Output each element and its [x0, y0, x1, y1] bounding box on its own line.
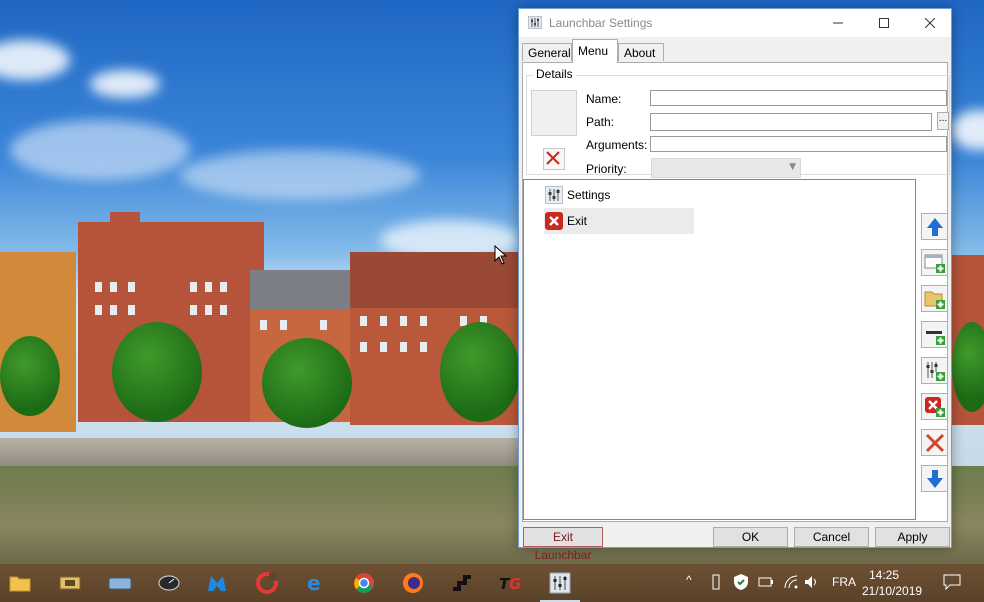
tab-about[interactable]: About: [618, 43, 664, 61]
taskbar: e TG ^ FRA 14:25 21/10/2019: [0, 564, 984, 602]
item-icon-preview[interactable]: [531, 90, 577, 136]
path-label: Path:: [586, 115, 615, 129]
add-separator-button[interactable]: [921, 321, 948, 348]
list-item-label: Exit: [567, 214, 588, 228]
firefox-icon[interactable]: [399, 569, 427, 597]
path-input[interactable]: [650, 113, 932, 131]
delete-icon: [925, 433, 944, 452]
malwarebytes-icon[interactable]: [203, 569, 231, 597]
list-item-exit[interactable]: Exit: [544, 208, 694, 234]
add-app-button[interactable]: [921, 249, 948, 276]
cancel-button[interactable]: Cancel: [794, 527, 869, 547]
details-legend: Details: [533, 67, 576, 81]
app-tg-icon[interactable]: TG: [497, 569, 525, 597]
move-up-button[interactable]: [921, 213, 948, 240]
app-sliders-icon: [528, 16, 542, 29]
ok-button[interactable]: OK: [713, 527, 788, 547]
app-steps-icon[interactable]: [448, 569, 476, 597]
maximize-button[interactable]: [861, 9, 907, 37]
menu-tab-page: Details Name: Path: ... Arguments: Prior…: [522, 62, 950, 522]
move-up-icon: [926, 217, 943, 236]
apply-button[interactable]: Apply: [875, 527, 950, 547]
input-language[interactable]: FRA: [832, 575, 856, 589]
add-app-icon: [924, 254, 945, 273]
notifications-icon[interactable]: [943, 574, 961, 590]
menu-items-list[interactable]: Settings Exit: [523, 179, 916, 520]
chrome-icon[interactable]: [350, 569, 378, 597]
dialog-footer: Exit Launchbar OK Cancel Apply: [519, 525, 951, 562]
arguments-input[interactable]: [650, 136, 947, 152]
add-folder-icon: [924, 291, 945, 309]
red-x-icon: [546, 151, 560, 165]
exit-launchbar-button[interactable]: Exit Launchbar: [523, 527, 603, 562]
usb-drive-icon[interactable]: [710, 574, 722, 590]
clock-date: 21/10/2019: [862, 584, 923, 598]
move-down-icon: [926, 469, 943, 488]
clock-time: 14:25: [868, 568, 900, 582]
chevron-down-icon: ▼: [789, 162, 796, 172]
list-item-settings[interactable]: Settings: [544, 182, 694, 208]
window-title: Launchbar Settings: [549, 16, 653, 30]
system-clock[interactable]: 14:25 21/10/2019: [862, 567, 923, 599]
arguments-label: Arguments:: [586, 138, 648, 152]
add-settings-button[interactable]: [921, 357, 948, 384]
launchbar-settings-window: Launchbar Settings General Menu About De…: [518, 8, 952, 562]
app-disk-icon[interactable]: [106, 569, 134, 597]
add-folder-button[interactable]: [921, 285, 948, 312]
wifi-icon[interactable]: [783, 574, 799, 590]
svg-text:e: e: [307, 572, 321, 594]
exit-red-x-icon: [544, 211, 564, 231]
close-button[interactable]: [907, 9, 953, 37]
settings-sliders-icon: [544, 185, 564, 205]
battery-plug-icon[interactable]: [758, 575, 774, 589]
maximize-icon: [879, 18, 889, 28]
add-settings-icon: [926, 361, 945, 381]
details-group: Details Name: Path: ... Arguments: Prior…: [526, 67, 950, 178]
tab-menu[interactable]: Menu: [572, 39, 618, 63]
add-separator-icon: [925, 330, 945, 345]
volume-icon[interactable]: [804, 574, 820, 590]
title-bar[interactable]: Launchbar Settings: [519, 9, 951, 37]
close-icon: [925, 18, 935, 28]
svg-text:G: G: [509, 575, 521, 592]
show-hidden-icons-icon[interactable]: ^: [686, 573, 692, 587]
file-explorer-icon[interactable]: [6, 569, 34, 597]
launchbar-taskbar-icon[interactable]: [540, 569, 580, 602]
browse-button[interactable]: ...: [937, 112, 949, 130]
mouse-cursor-icon: [494, 245, 508, 265]
tab-general[interactable]: General: [522, 43, 572, 61]
security-shield-icon[interactable]: [733, 573, 749, 591]
ccleaner-icon[interactable]: [253, 569, 281, 597]
add-exit-icon: [924, 396, 945, 417]
priority-select[interactable]: ▼: [651, 158, 801, 178]
delete-button[interactable]: [921, 429, 948, 456]
minimize-button[interactable]: [815, 9, 861, 37]
minimize-icon: [833, 22, 843, 24]
name-label: Name:: [586, 92, 622, 106]
edge-icon[interactable]: e: [302, 569, 330, 597]
priority-label: Priority:: [586, 162, 627, 176]
list-item-label: Settings: [567, 188, 611, 202]
name-input[interactable]: [650, 90, 947, 106]
add-exit-button[interactable]: [921, 393, 948, 420]
app-gauge-icon[interactable]: [155, 569, 183, 597]
clear-icon-button[interactable]: [543, 148, 565, 170]
app-drive-icon[interactable]: [56, 569, 84, 597]
move-down-button[interactable]: [921, 465, 948, 492]
